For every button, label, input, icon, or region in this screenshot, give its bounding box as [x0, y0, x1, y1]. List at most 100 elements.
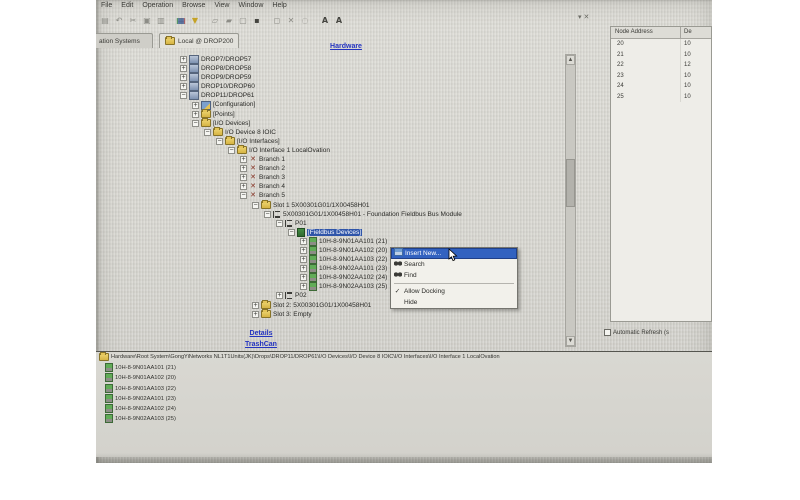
- menu-help[interactable]: Help: [272, 0, 286, 11]
- expand-toggle[interactable]: −: [264, 211, 271, 218]
- menu-window[interactable]: Window: [238, 0, 263, 11]
- tree-node-label[interactable]: 10H-8-9N02AA101 (23): [319, 265, 387, 272]
- tree-node-label[interactable]: [I/O Interfaces]: [237, 138, 280, 145]
- menu-operation[interactable]: Operation: [142, 0, 173, 11]
- toolbar-end-icons[interactable]: ▾ ✕: [578, 14, 589, 21]
- scroll-up-icon[interactable]: ▲: [566, 55, 575, 65]
- export-icon[interactable]: ▢: [237, 14, 249, 27]
- delete-icon[interactable]: ✕: [285, 14, 297, 27]
- tree-node-label[interactable]: 10H-8-9N02AA102 (24): [319, 274, 387, 281]
- tree-node[interactable]: +Branch 3: [240, 173, 576, 182]
- tree-node-label[interactable]: Branch 2: [259, 165, 285, 172]
- expand-toggle[interactable]: +: [276, 292, 283, 299]
- tree-node[interactable]: − [I/O Interfaces]: [216, 137, 576, 146]
- tree-node[interactable]: − P01: [276, 219, 576, 228]
- trashcan-link[interactable]: TrashCan: [216, 341, 306, 348]
- expand-toggle[interactable]: +: [300, 283, 307, 290]
- tree-node[interactable]: + DROP9/DROP59: [180, 73, 576, 82]
- tree-node-label[interactable]: 5X00301G01/1X00458H01 - Foundation Field…: [283, 211, 462, 218]
- node-table-row[interactable]: 2510: [611, 92, 711, 103]
- context-menu-item-hide[interactable]: Hide: [391, 297, 517, 308]
- column-node-address[interactable]: Node Address: [611, 27, 681, 38]
- expand-toggle[interactable]: −: [192, 120, 199, 127]
- expand-toggle[interactable]: −: [240, 192, 247, 199]
- expand-toggle[interactable]: −: [228, 147, 235, 154]
- tree-node[interactable]: +Branch 2: [240, 164, 576, 173]
- tree-node-label[interactable]: DROP11/DROP61: [201, 92, 254, 99]
- tree-node-label[interactable]: 10H-8-9N01AA101 (21): [319, 238, 387, 245]
- tree-node[interactable]: +Branch 4: [240, 182, 576, 191]
- column-device[interactable]: De: [681, 27, 711, 38]
- tree-node-label[interactable]: [I/O Devices]: [213, 120, 250, 127]
- expand-toggle[interactable]: −: [252, 202, 259, 209]
- list-item[interactable]: 10H-8-9N01AA103 (22): [105, 384, 712, 394]
- expand-toggle[interactable]: −: [204, 129, 211, 136]
- expand-toggle[interactable]: +: [180, 83, 187, 90]
- tree-node-label[interactable]: DROP8/DROP58: [201, 65, 251, 72]
- node-table-row[interactable]: 2410: [611, 81, 711, 92]
- font-b-icon[interactable]: A: [333, 14, 345, 27]
- tree-node[interactable]: + Branch 1: [240, 155, 576, 164]
- tree-node[interactable]: − I/O Interface 1 LocalOvation: [228, 146, 576, 155]
- expand-toggle[interactable]: +: [300, 247, 307, 254]
- tree-node[interactable]: −Slot 1 5X00301G01/1X00458H01: [252, 201, 576, 210]
- expand-toggle[interactable]: +: [192, 102, 199, 109]
- expand-toggle[interactable]: +: [240, 156, 247, 163]
- list-item[interactable]: 10H-8-9N02AA102 (24): [105, 404, 712, 414]
- tree-node-label[interactable]: Branch 4: [259, 183, 285, 190]
- tree-node-label[interactable]: 10H-8-9N01AA103 (22): [319, 256, 387, 263]
- expand-toggle[interactable]: −: [288, 229, 295, 236]
- tree-node[interactable]: + [Configuration]: [192, 100, 576, 109]
- tree-node-label[interactable]: Slot 3: Empty: [273, 311, 312, 318]
- list-item[interactable]: 10H-8-9N02AA101 (23): [105, 394, 712, 404]
- menu-edit[interactable]: Edit: [121, 0, 133, 11]
- node-table-row[interactable]: 2310: [611, 71, 711, 82]
- print-icon[interactable]: ▤: [99, 14, 111, 27]
- expand-toggle[interactable]: −: [276, 220, 283, 227]
- paste-icon[interactable]: ▥: [155, 14, 167, 27]
- tree-node-label[interactable]: [Fieldbus Devices]: [307, 229, 362, 236]
- tree-node[interactable]: +DROP8/DROP58: [180, 64, 576, 73]
- scrollbar-thumb[interactable]: [566, 159, 575, 207]
- tree-node[interactable]: − [I/O Devices]: [192, 119, 576, 128]
- copy-icon[interactable]: ▣: [141, 14, 153, 27]
- expand-toggle[interactable]: +: [180, 56, 187, 63]
- expand-toggle[interactable]: +: [192, 111, 199, 118]
- tree-node-label[interactable]: DROP9/DROP59: [201, 74, 251, 81]
- color-grid-icon[interactable]: ▦: [175, 14, 187, 27]
- tree-node-label[interactable]: I/O Interface 1 LocalOvation: [249, 147, 330, 154]
- cut-icon[interactable]: ✂: [127, 14, 139, 27]
- select-icon[interactable]: ◻: [271, 14, 283, 27]
- expand-toggle[interactable]: +: [252, 311, 259, 318]
- expand-toggle[interactable]: −: [180, 92, 187, 99]
- open-icon[interactable]: ▱: [209, 14, 221, 27]
- node-table-row[interactable]: 2212: [611, 60, 711, 71]
- menu-view[interactable]: View: [214, 0, 229, 11]
- expand-toggle[interactable]: +: [300, 265, 307, 272]
- import-icon[interactable]: ▰: [223, 14, 235, 27]
- list-item[interactable]: 10H-8-9N01AA102 (20): [105, 373, 712, 383]
- details-link[interactable]: Details: [216, 330, 306, 337]
- tree-node[interactable]: + Slot 3: Empty: [252, 310, 576, 319]
- expand-toggle[interactable]: −: [216, 138, 223, 145]
- expand-toggle[interactable]: +: [252, 302, 259, 309]
- tree-node-label[interactable]: Branch 1: [259, 156, 285, 163]
- tree-node-label[interactable]: I/O Device 8 IOIC: [225, 129, 276, 136]
- tree-node-label[interactable]: P02: [295, 292, 307, 299]
- context-menu-item-find[interactable]: Find: [391, 270, 517, 281]
- tree-node[interactable]: − I/O Device 8 IOIC: [204, 128, 576, 137]
- tree-node-label[interactable]: [Configuration]: [213, 101, 255, 108]
- tree-node-label[interactable]: [Points]: [213, 111, 235, 118]
- tree-node[interactable]: −Branch 5: [240, 191, 576, 200]
- tree-node-label[interactable]: 10H-8-9N01AA102 (20): [319, 247, 387, 254]
- list-item[interactable]: 10H-8-9N01AA101 (21): [105, 363, 712, 373]
- filter-icon[interactable]: ▼: [189, 14, 201, 27]
- tree-node[interactable]: − [Fieldbus Devices]: [288, 228, 576, 237]
- tree-node-label[interactable]: Slot 2: 5X00301G01/1X00458H01: [273, 302, 371, 309]
- tree-node-label[interactable]: P01: [295, 220, 307, 227]
- expand-toggle[interactable]: +: [180, 74, 187, 81]
- expand-toggle[interactable]: +: [300, 238, 307, 245]
- tree-node[interactable]: +DROP7/DROP57: [180, 55, 576, 64]
- scroll-down-icon[interactable]: ▼: [566, 336, 575, 346]
- camera-icon[interactable]: ▪: [251, 14, 263, 27]
